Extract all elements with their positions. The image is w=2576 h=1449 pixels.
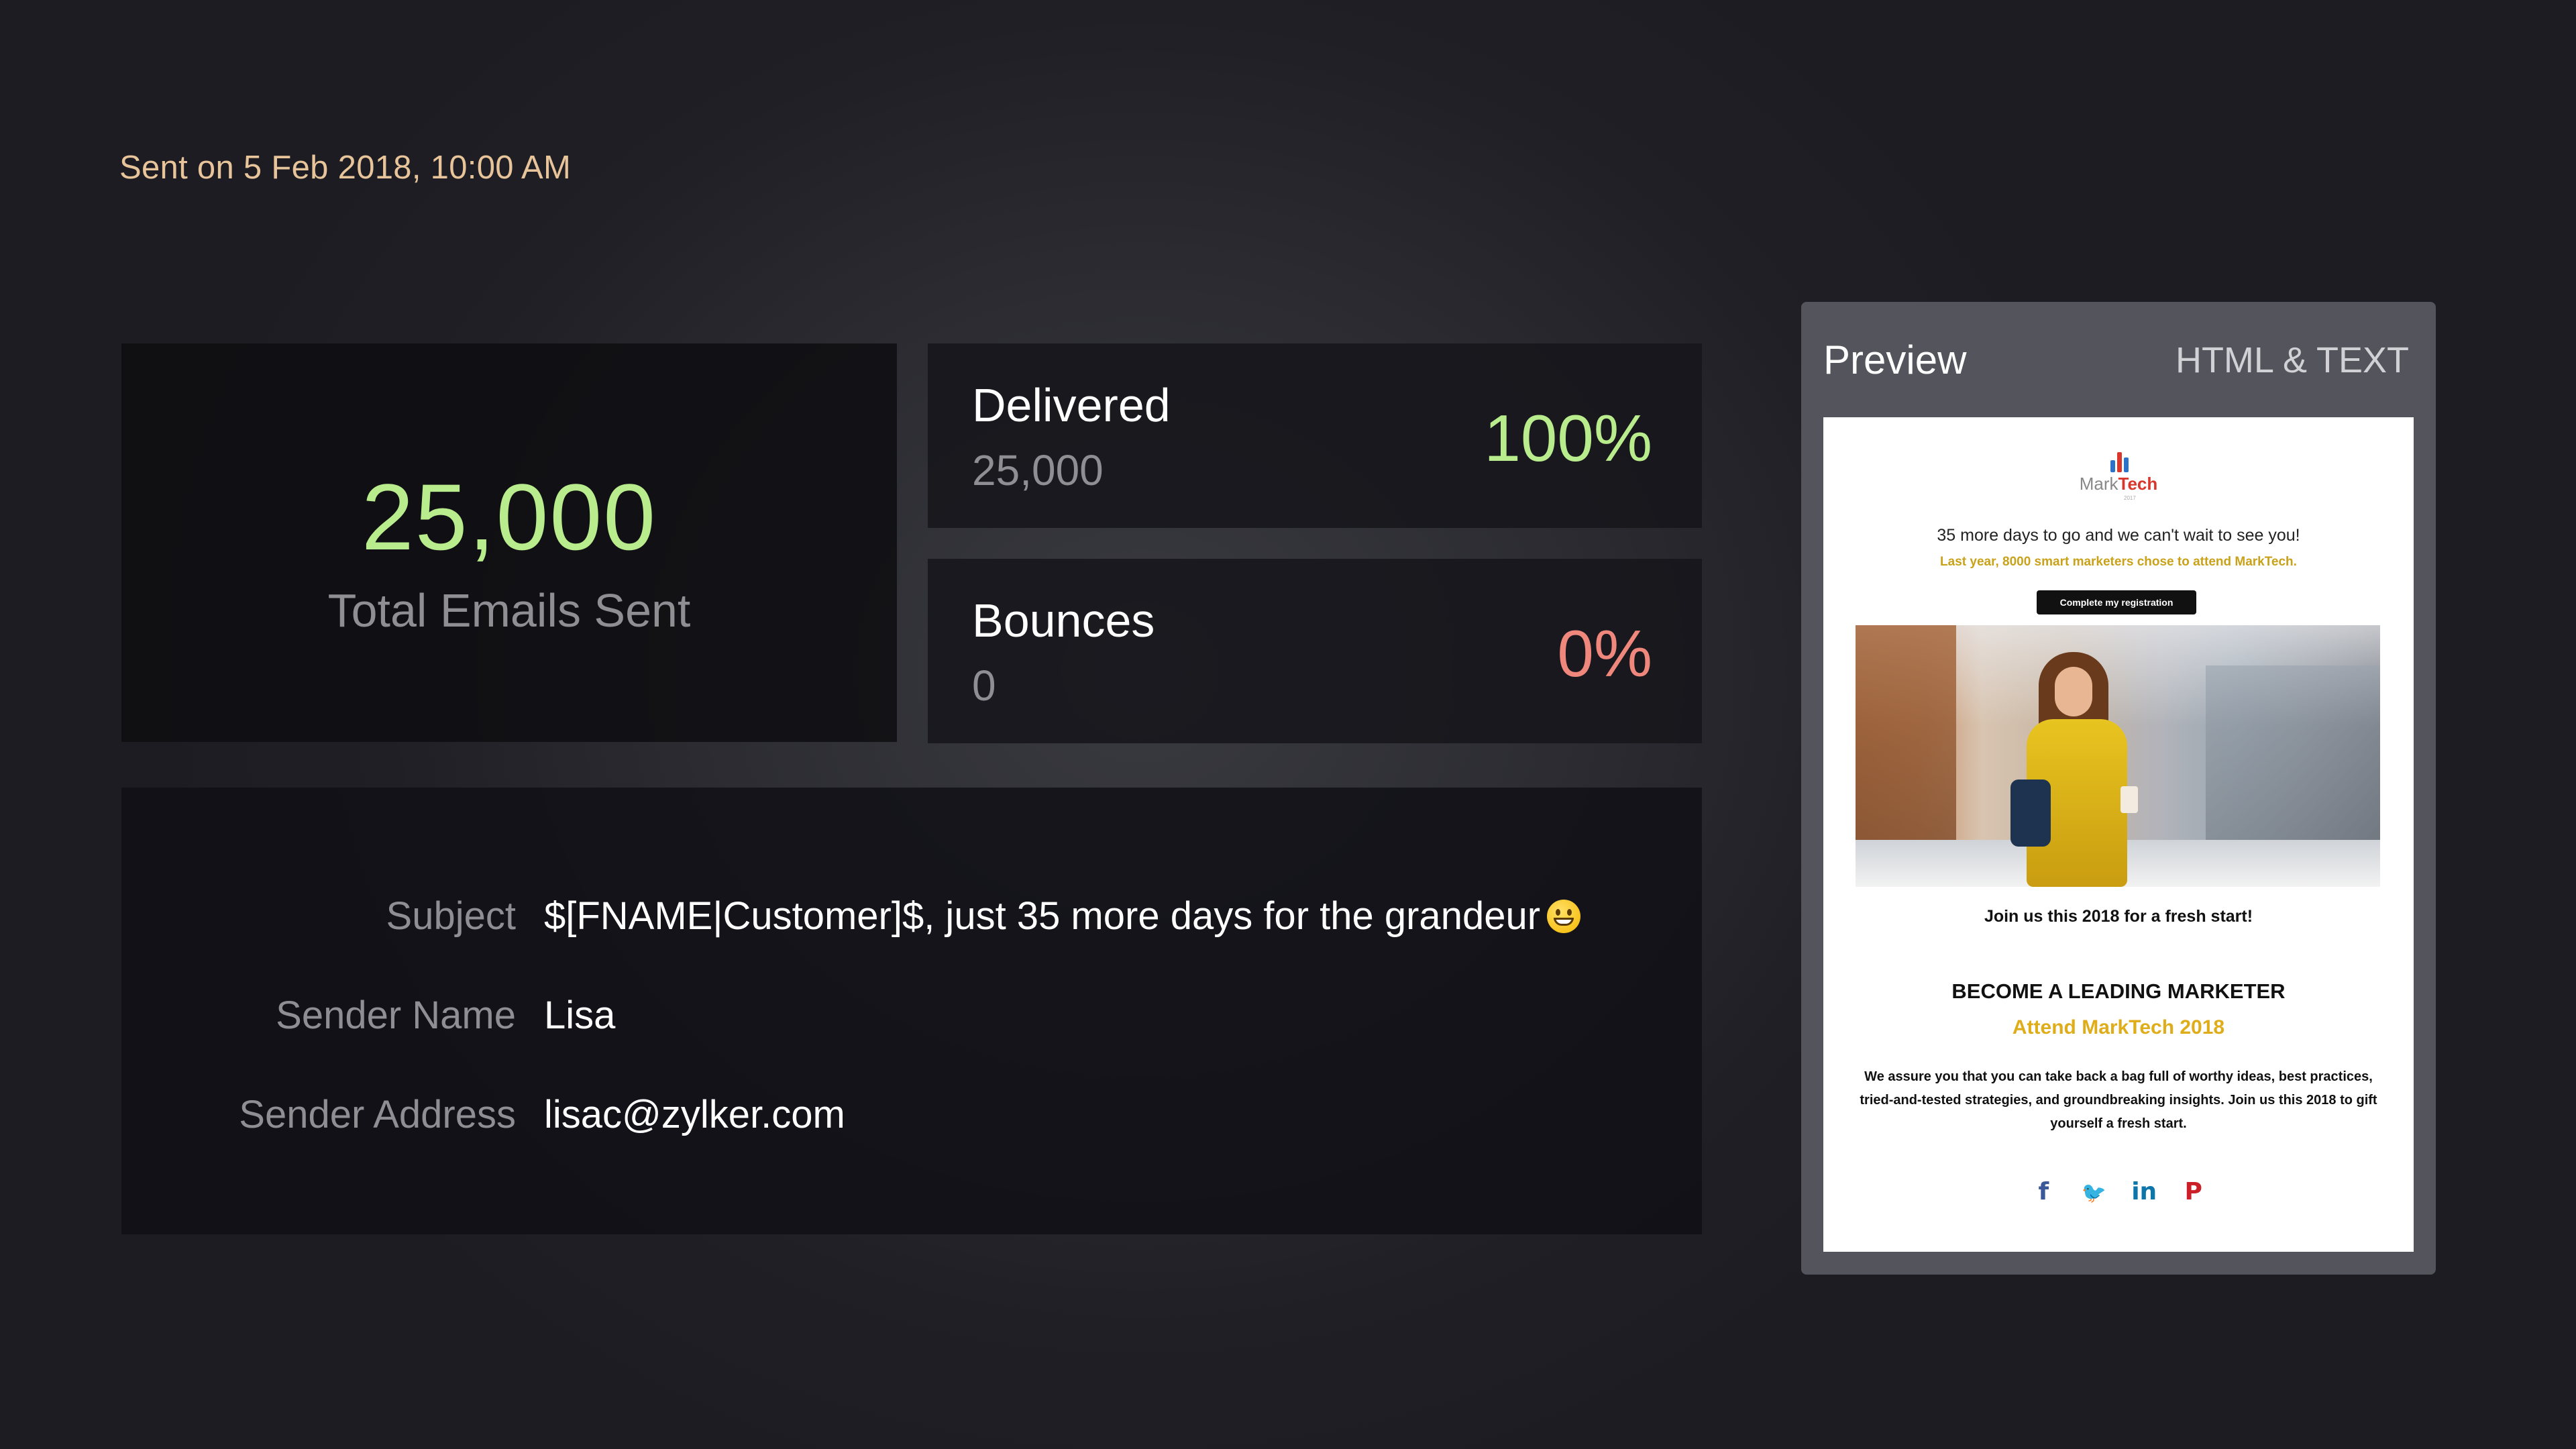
logo-prefix: Mark: [2079, 474, 2118, 494]
sender-name-value: Lisa: [544, 994, 616, 1037]
subject-label: Subject: [386, 894, 516, 938]
delivered-title: Delivered: [972, 379, 1171, 431]
total-emails-card: 25,000 Total Emails Sent: [121, 343, 897, 742]
subject-text: $[FNAME|Customer]$, just 35 more days fo…: [544, 894, 1541, 938]
twitter-icon[interactable]: 🐦: [2082, 1180, 2106, 1207]
email-tagline: Join us this 2018 for a fresh start!: [1984, 907, 2253, 926]
campaign-details-card: Subject $[FNAME|Customer]$, just 35 more…: [121, 788, 1702, 1234]
grinning-face-icon: [1547, 900, 1581, 933]
logo-suffix: Tech: [2118, 474, 2158, 494]
bounces-percent: 0%: [1557, 616, 1652, 690]
delivered-percent: 100%: [1484, 401, 1652, 475]
woman-figure: [2010, 652, 2138, 887]
email-preview[interactable]: MarkTech 2017 35 more days to go and we …: [1823, 417, 2414, 1252]
complete-registration-button[interactable]: Complete my registration: [2037, 590, 2196, 614]
subject-row: Subject $[FNAME|Customer]$, just 35 more…: [121, 894, 1702, 947]
delivered-count: 25,000: [972, 446, 1104, 494]
subject-value: $[FNAME|Customer]$, just 35 more days fo…: [544, 894, 1581, 938]
chart-bars-icon: [2110, 452, 2131, 472]
marktech-logo: MarkTech 2017: [1823, 452, 2414, 501]
sender-name-row: Sender Name Lisa: [121, 993, 1702, 1046]
total-emails-label: Total Emails Sent: [327, 584, 691, 637]
preview-title: Preview: [1823, 337, 1967, 382]
sender-address-value: lisac@zylker.com: [544, 1093, 845, 1136]
bounces-count: 0: [972, 661, 996, 710]
email-intro-line: 35 more days to go and we can't wait to …: [1937, 526, 2300, 545]
preview-panel: Preview HTML & TEXT MarkTech 2017 35 mor…: [1801, 302, 2436, 1275]
hero-image: [1856, 625, 2380, 887]
bounces-card[interactable]: Bounces 0 0%: [928, 559, 1702, 743]
total-emails-value: 25,000: [361, 464, 657, 570]
logo-year: 2017: [2124, 495, 2136, 501]
linkedin-icon[interactable]: in: [2131, 1179, 2157, 1205]
email-heading: BECOME A LEADING MARKETER: [1951, 979, 2286, 1003]
email-highlight-line: Last year, 8000 smart marketers chose to…: [1940, 555, 2297, 569]
sender-address-row: Sender Address lisac@zylker.com: [121, 1092, 1702, 1146]
email-subheading: Attend MarkTech 2018: [2012, 1016, 2225, 1038]
bounces-title: Bounces: [972, 594, 1155, 647]
email-body-text: We assure you that you can take back a b…: [1860, 1069, 2377, 1131]
sender-name-label: Sender Name: [276, 994, 516, 1037]
pinterest-icon[interactable]: P: [2182, 1179, 2206, 1205]
social-links: f 🐦 in P: [1823, 1179, 2414, 1212]
facebook-icon[interactable]: f: [2031, 1179, 2055, 1205]
delivered-card[interactable]: Delivered 25,000 100%: [928, 343, 1702, 528]
sender-address-label: Sender Address: [239, 1093, 516, 1136]
logo-text: MarkTech: [1823, 474, 2414, 494]
preview-mode-toggle[interactable]: HTML & TEXT: [2176, 339, 2409, 381]
sent-date: Sent on 5 Feb 2018, 10:00 AM: [119, 150, 572, 186]
